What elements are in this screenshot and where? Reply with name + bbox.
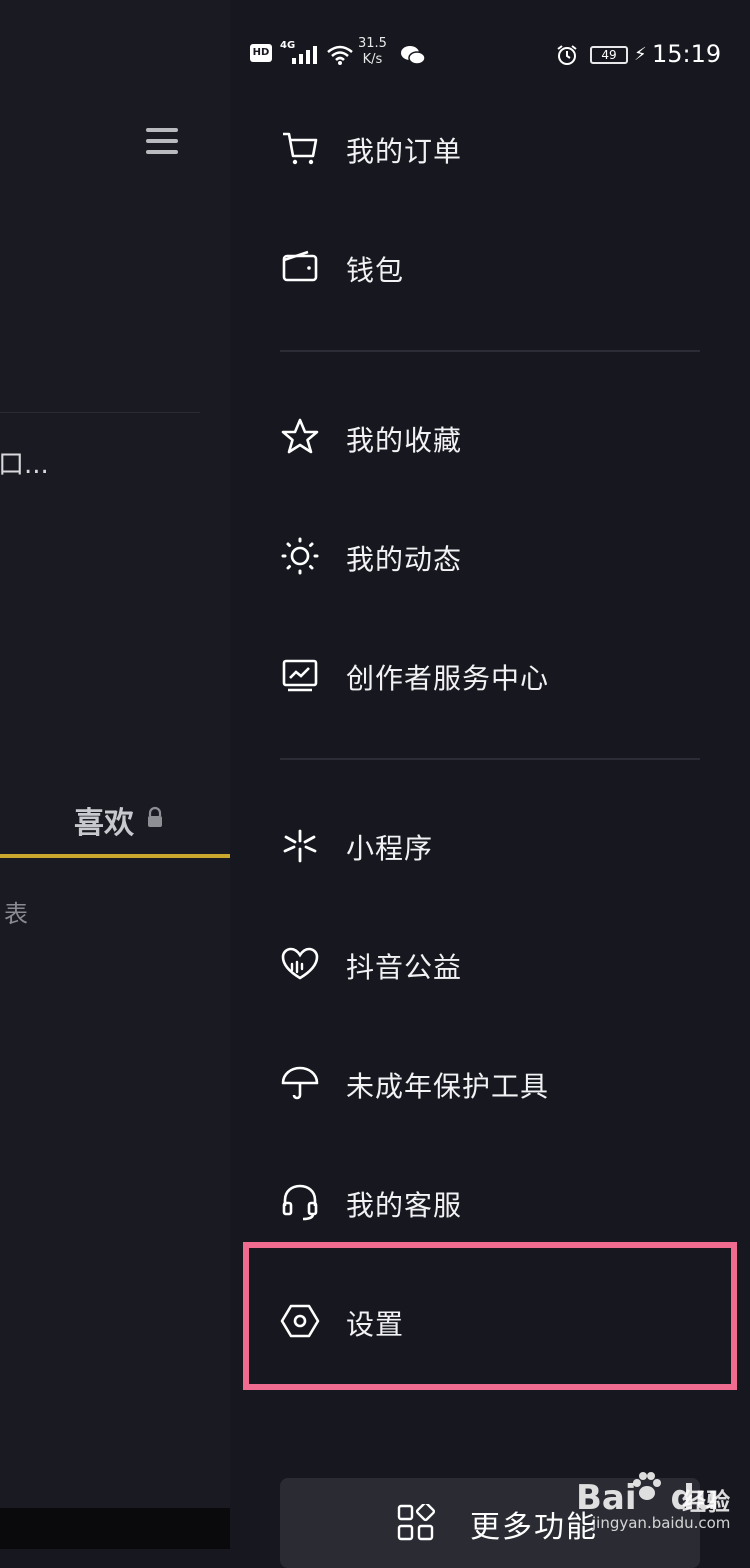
status-bar: HD 4G 31.5 K/s 49 ⚡ 15:19 — [230, 36, 750, 76]
menu-item-mini-programs[interactable]: 小程序 — [230, 815, 750, 875]
menu-divider — [280, 758, 700, 760]
charging-bolt-icon: ⚡ — [634, 44, 647, 65]
headset-icon — [280, 1182, 320, 1222]
menu-divider — [280, 350, 700, 352]
menu-item-activity[interactable]: 我的动态 — [230, 526, 750, 586]
paw-icon — [633, 1472, 661, 1500]
watermark-url: jingyan.baidu.com — [592, 1514, 731, 1532]
speed-value: 31.5 — [358, 36, 387, 51]
menu-label: 设置 — [346, 1308, 405, 1341]
menu-item-wallet[interactable]: 钱包 — [230, 237, 750, 297]
wechat-icon — [401, 46, 426, 65]
hamburger-menu-icon[interactable] — [146, 128, 178, 156]
lock-icon — [148, 806, 162, 827]
grid-apps-icon — [397, 1504, 435, 1541]
clock-time: 15:19 — [652, 40, 722, 68]
speed-unit: K/s — [362, 52, 383, 67]
menu-item-minor-protection[interactable]: 未成年保护工具 — [230, 1053, 750, 1113]
menu-item-favorites[interactable]: 我的收藏 — [230, 407, 750, 467]
star-icon — [280, 417, 320, 457]
menu-item-settings[interactable]: 设置 — [230, 1291, 750, 1351]
truncated-bio-text: 口... — [0, 450, 49, 480]
settings-hexagon-icon — [280, 1301, 320, 1341]
menu-item-creator-center[interactable]: 创作者服务中心 — [230, 645, 750, 705]
menu-label: 我的客服 — [346, 1189, 463, 1222]
menu-label: 我的动态 — [346, 543, 463, 576]
menu-label: 我的收藏 — [346, 424, 463, 457]
partial-list-text: 表 — [4, 900, 28, 928]
watermark-cn-text: 经验 — [682, 1488, 730, 1516]
umbrella-icon — [280, 1063, 320, 1103]
menu-label: 小程序 — [346, 832, 434, 865]
alarm-icon — [557, 45, 577, 65]
baidu-jingyan-watermark: Bai du 经验 jingyan.baidu.com — [572, 1470, 742, 1540]
background-profile-page: 口... 喜欢 表 — [0, 0, 230, 1549]
active-tab-underline — [0, 854, 230, 858]
left-divider — [0, 412, 200, 413]
wallet-icon — [280, 247, 320, 287]
sun-icon — [280, 536, 320, 576]
menu-item-orders[interactable]: 我的订单 — [230, 118, 750, 178]
side-drawer: HD 4G 31.5 K/s 49 ⚡ 15:19 我的订单 钱包 我的收藏 我… — [230, 0, 750, 1568]
menu-item-customer-service[interactable]: 我的客服 — [230, 1172, 750, 1232]
menu-label: 钱包 — [346, 254, 405, 287]
chart-monitor-icon — [280, 655, 320, 695]
signal-icon — [292, 46, 317, 64]
menu-label: 创作者服务中心 — [346, 662, 550, 695]
menu-label: 抖音公益 — [346, 951, 463, 984]
bottom-strip — [0, 1508, 230, 1549]
menu-label: 未成年保护工具 — [346, 1070, 550, 1103]
hd-badge: HD — [250, 44, 272, 62]
cart-icon — [280, 128, 320, 168]
tab-likes[interactable]: 喜欢 — [74, 798, 134, 842]
charity-heart-icon — [280, 944, 320, 984]
network-speed: 31.5 K/s — [358, 36, 387, 68]
battery-indicator: 49 — [590, 46, 628, 64]
mini-program-icon — [280, 825, 320, 865]
wifi-icon — [327, 45, 353, 65]
menu-label: 我的订单 — [346, 135, 463, 168]
menu-item-charity[interactable]: 抖音公益 — [230, 934, 750, 994]
